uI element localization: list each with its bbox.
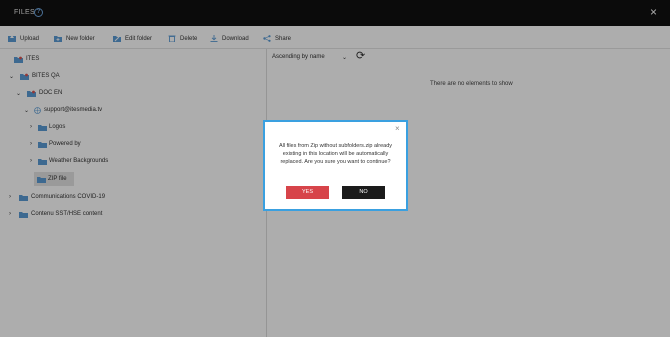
no-button[interactable]: NO — [342, 186, 385, 199]
dialog-message: All files from Zip without subfolders.zi… — [278, 143, 393, 165]
close-icon[interactable]: × — [395, 125, 400, 133]
yes-button[interactable]: YES — [286, 186, 329, 199]
confirm-dialog: × All files from Zip without subfolders.… — [263, 120, 408, 211]
